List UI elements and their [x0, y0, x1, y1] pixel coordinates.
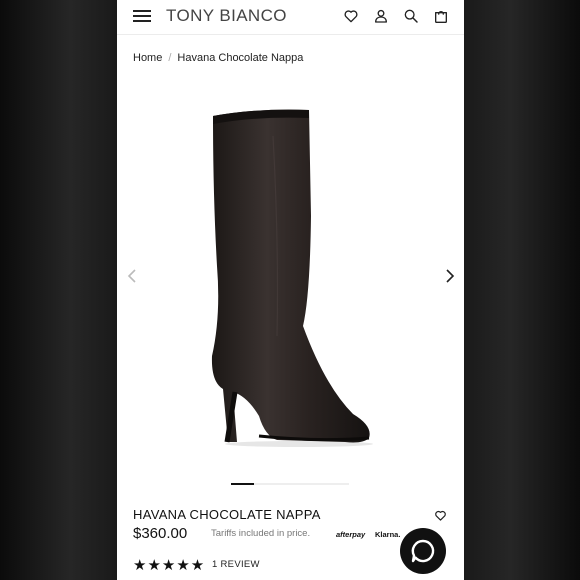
product-title: HAVANA CHOCOLATE NAPPA — [133, 507, 321, 522]
breadcrumb-home-link[interactable]: Home — [133, 52, 162, 64]
breadcrumb-separator: / — [168, 52, 172, 64]
brand-logo[interactable]: TONY BIANCO — [166, 6, 287, 26]
next-image-arrow-icon[interactable] — [442, 268, 456, 284]
user-icon[interactable] — [373, 8, 389, 24]
add-to-wishlist-heart-icon[interactable] — [434, 509, 447, 522]
breadcrumb-current[interactable]: Havana Chocolate Nappa — [177, 52, 303, 64]
mobile-page: TONY BIANCO Home / Havana Chocolate Nappa — [117, 0, 464, 580]
shopping-bag-icon[interactable] — [433, 8, 449, 24]
chat-button[interactable] — [400, 528, 446, 574]
afterpay-logo[interactable]: afterpay — [336, 530, 365, 539]
previous-image-arrow-icon[interactable] — [126, 268, 140, 284]
product-price: $360.00 — [133, 525, 188, 542]
search-icon[interactable] — [403, 8, 419, 24]
rating-stars: ★★★★★ — [133, 557, 206, 574]
product-image-boot — [211, 109, 373, 447]
klarna-logo[interactable]: Klarna. — [375, 530, 400, 539]
background-blur-right — [464, 0, 580, 580]
review-count-link[interactable]: 1 REVIEW — [212, 559, 260, 570]
tariff-note: Tariffs included in price. — [211, 528, 311, 539]
background-blur-left — [0, 0, 117, 580]
hamburger-menu-icon[interactable] — [133, 9, 151, 23]
heart-icon[interactable] — [343, 8, 359, 24]
breadcrumb: Home / Havana Chocolate Nappa — [133, 52, 303, 64]
gallery-pagination-indicator — [231, 483, 349, 485]
chat-bubble-icon — [411, 539, 435, 563]
top-navigation-bar: TONY BIANCO — [117, 0, 464, 35]
